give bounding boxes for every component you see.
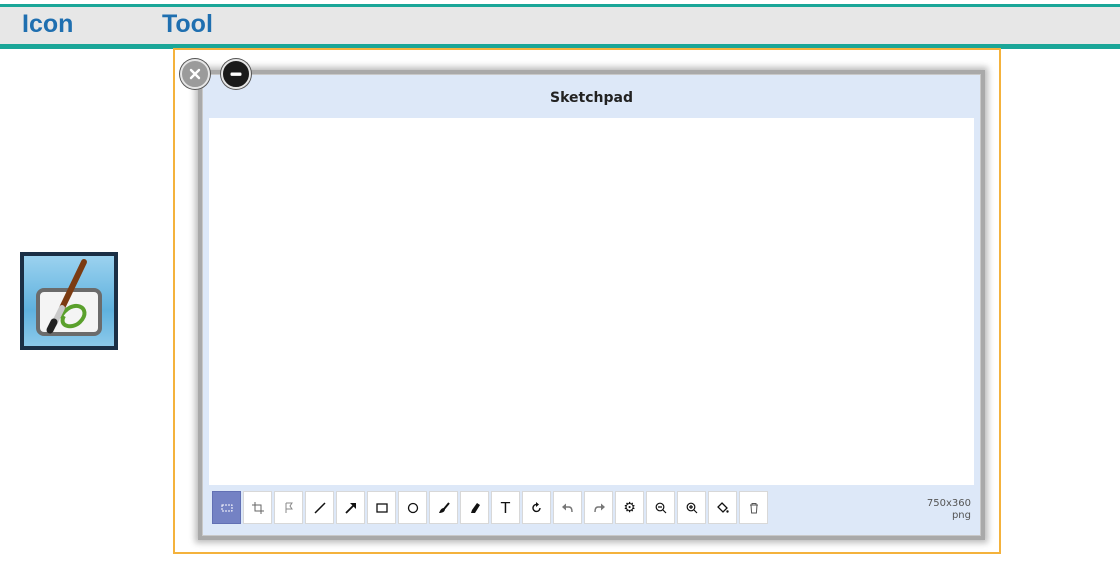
- rotate-tool-button[interactable]: [522, 491, 551, 524]
- zoom-out-icon: [655, 502, 666, 513]
- line-icon: [313, 501, 326, 514]
- canvas-format: png: [951, 510, 971, 521]
- flag-tool-button[interactable]: [274, 491, 303, 524]
- minimize-button[interactable]: [221, 59, 251, 89]
- redo-tool-button[interactable]: [584, 491, 613, 524]
- tool-column-header: Tool: [162, 10, 213, 38]
- icon-column-header: Icon: [22, 10, 74, 38]
- close-button[interactable]: [180, 59, 210, 89]
- delete-tool-button[interactable]: [739, 491, 768, 524]
- minimize-icon: [230, 72, 242, 76]
- settings-tool-button[interactable]: ⚙: [615, 491, 644, 524]
- arrow-icon: [344, 502, 356, 514]
- arrow-tool-button[interactable]: [336, 491, 365, 524]
- text-icon: T: [500, 498, 511, 517]
- sketchpad-window: Sketchpad T ⚙ 750x360 png: [198, 70, 985, 540]
- paint-bucket-icon: [716, 501, 729, 513]
- zoom-out-tool-button[interactable]: [646, 491, 675, 524]
- eraser-tool-button[interactable]: [460, 491, 489, 524]
- trash-icon: [749, 502, 758, 513]
- crop-icon: [251, 501, 264, 514]
- brush-icon: [438, 501, 450, 513]
- rectangle-icon: [375, 502, 388, 513]
- eraser-icon: [470, 502, 480, 513]
- marquee-icon: [221, 504, 232, 511]
- redo-icon: [593, 503, 605, 512]
- rotate-icon: [531, 501, 541, 512]
- brush-tool-button[interactable]: [429, 491, 458, 524]
- drawing-canvas[interactable]: [209, 118, 974, 485]
- undo-icon: [561, 503, 573, 512]
- undo-tool-button[interactable]: [553, 491, 582, 524]
- select-tool-button[interactable]: [212, 491, 241, 524]
- table-header: Icon Tool: [0, 4, 1120, 44]
- fill-tool-button[interactable]: [708, 491, 737, 524]
- canvas-dimensions: 750x360: [926, 498, 971, 509]
- canvas-info: 750x360 png: [927, 498, 971, 522]
- text-tool-button[interactable]: T: [491, 491, 520, 524]
- zoom-in-tool-button[interactable]: [677, 491, 706, 524]
- toolbar: T ⚙: [212, 491, 770, 528]
- zoom-in-icon: [686, 502, 697, 513]
- sketchpad-app-icon: [20, 252, 118, 350]
- crop-tool-button[interactable]: [243, 491, 272, 524]
- rectangle-tool-button[interactable]: [367, 491, 396, 524]
- flag-icon: [285, 502, 293, 513]
- line-tool-button[interactable]: [305, 491, 334, 524]
- circle-icon: [407, 502, 418, 513]
- ellipse-tool-button[interactable]: [398, 491, 427, 524]
- window-title: Sketchpad: [550, 90, 633, 106]
- gear-icon: ⚙: [623, 499, 636, 516]
- close-icon: [189, 68, 201, 80]
